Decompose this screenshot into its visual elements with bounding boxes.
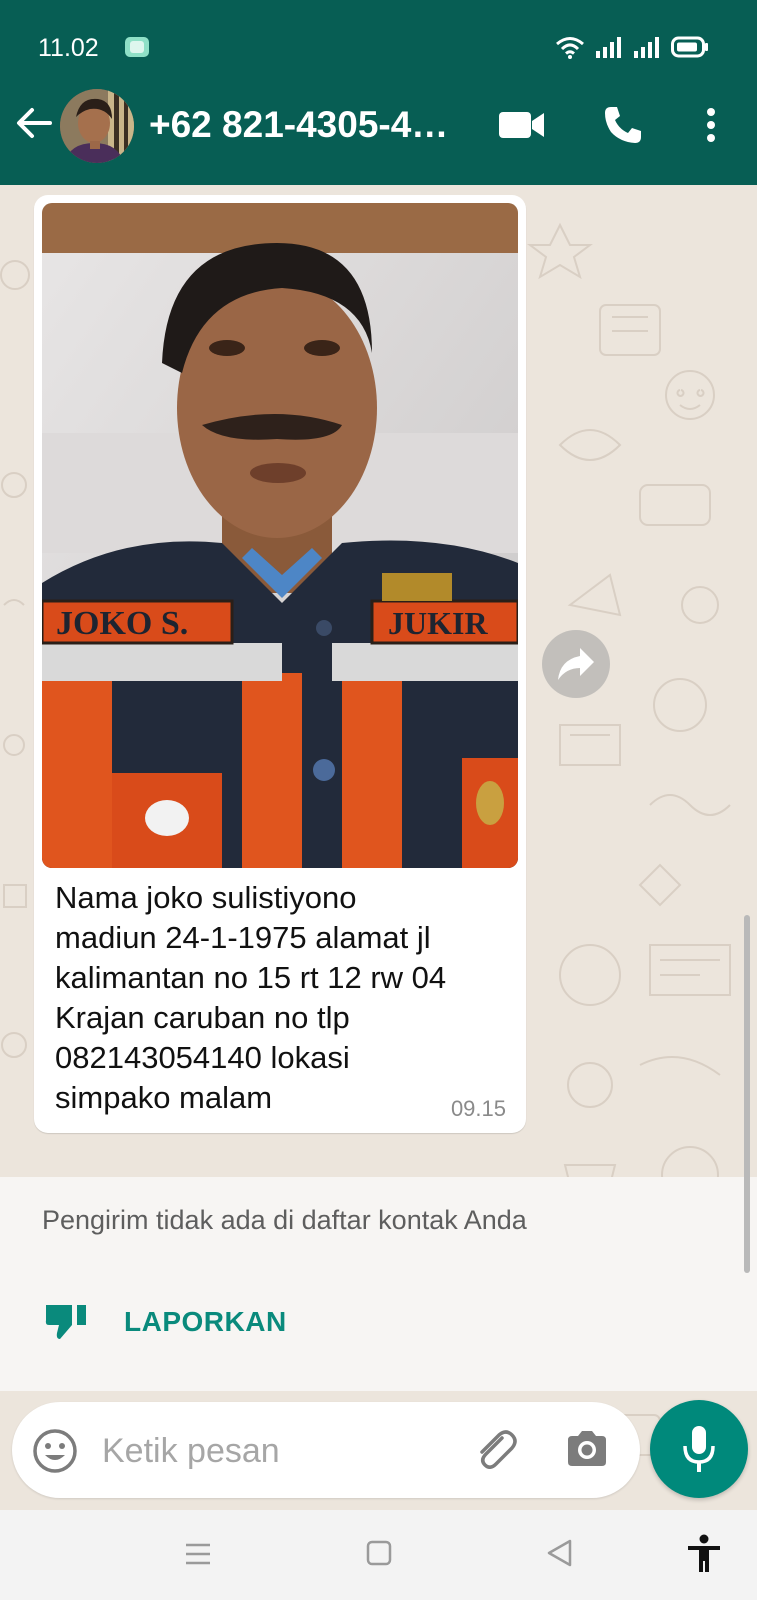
report-button[interactable]: LAPORKAN bbox=[44, 1297, 287, 1347]
phone-call-icon[interactable] bbox=[602, 104, 644, 146]
back-arrow-icon[interactable] bbox=[14, 103, 54, 143]
system-navigation-bar bbox=[0, 1510, 757, 1600]
forward-icon bbox=[558, 648, 594, 680]
status-bar: 11.02 bbox=[0, 0, 757, 68]
camera-icon[interactable] bbox=[564, 1426, 610, 1472]
image-message-bubble[interactable]: JOKO S. JUKIR Nama joko sulistiyono madi… bbox=[34, 195, 526, 1133]
thumbs-down-icon bbox=[45, 1305, 86, 1339]
attach-paperclip-icon[interactable] bbox=[472, 1426, 520, 1474]
unknown-sender-panel: Pengirim tidak ada di daftar kontak Anda… bbox=[0, 1177, 757, 1391]
voice-record-button[interactable] bbox=[650, 1400, 748, 1498]
status-time: 11.02 bbox=[38, 34, 99, 62]
status-icons bbox=[555, 34, 709, 60]
message-caption: Nama joko sulistiyono madiun 24-1-1975 a… bbox=[55, 880, 447, 1115]
contact-title[interactable]: +62 821-4305-4… bbox=[149, 104, 459, 146]
emoji-icon[interactable] bbox=[32, 1428, 78, 1474]
name-badge-text: JOKO S. bbox=[56, 605, 188, 642]
nav-back-icon[interactable] bbox=[545, 1538, 573, 1568]
recent-apps-icon[interactable] bbox=[184, 1540, 212, 1568]
contact-avatar[interactable] bbox=[60, 89, 134, 163]
home-icon[interactable] bbox=[366, 1540, 392, 1566]
message-input[interactable] bbox=[100, 1424, 444, 1478]
video-call-icon[interactable] bbox=[498, 108, 546, 142]
chat-header: +62 821-4305-4… bbox=[0, 68, 757, 185]
wifi-icon bbox=[556, 37, 584, 59]
chat-scrollbar[interactable] bbox=[744, 915, 750, 1273]
signal-1-icon bbox=[596, 37, 621, 58]
notification-app-icon bbox=[125, 37, 149, 57]
report-label: LAPORKAN bbox=[124, 1306, 287, 1337]
accessibility-icon[interactable] bbox=[686, 1534, 722, 1574]
more-vert-icon[interactable] bbox=[694, 104, 728, 146]
message-photo[interactable]: JOKO S. JUKIR bbox=[42, 203, 518, 868]
mic-icon bbox=[683, 1426, 715, 1472]
message-time: 09.15 bbox=[450, 1096, 506, 1121]
unknown-sender-notice: Pengirim tidak ada di daftar kontak Anda bbox=[42, 1205, 527, 1235]
battery-icon bbox=[671, 36, 708, 58]
role-badge-text: JUKIR bbox=[388, 605, 488, 641]
signal-2-icon bbox=[634, 37, 659, 58]
message-composer bbox=[12, 1402, 640, 1498]
forward-button[interactable] bbox=[542, 630, 610, 698]
